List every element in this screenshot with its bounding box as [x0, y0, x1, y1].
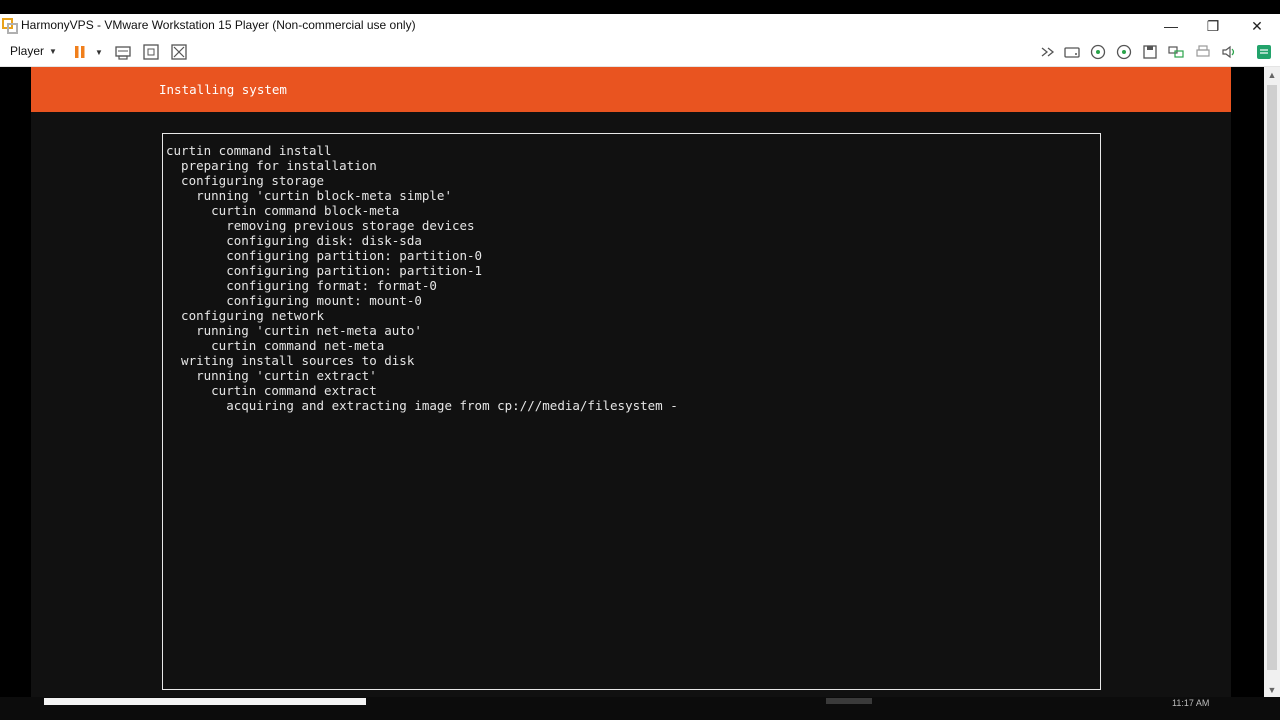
- taskbar-clock: 11:17 AM: [1172, 698, 1210, 706]
- hdd-icon[interactable]: [1063, 43, 1081, 61]
- minimize-button[interactable]: —: [1150, 14, 1192, 38]
- install-log-box: curtin command install preparing for ins…: [162, 133, 1101, 690]
- log-line: curtin command extract: [166, 383, 377, 398]
- log-line: configuring partition: partition-1: [166, 263, 483, 278]
- log-line: curtin command net-meta: [166, 338, 385, 353]
- window-titlebar: HarmonyVPS - VMware Workstation 15 Playe…: [0, 14, 1280, 38]
- minimize-icon: —: [1164, 18, 1178, 34]
- taskbar-app-indicator[interactable]: [826, 698, 872, 704]
- log-line: running 'curtin net-meta auto': [166, 323, 422, 338]
- log-line: configuring storage: [166, 173, 325, 188]
- log-line: configuring disk: disk-sda: [166, 233, 422, 248]
- log-line: running 'curtin block-meta simple': [166, 188, 452, 203]
- player-menu-label: Player: [10, 44, 45, 58]
- close-button[interactable]: ✕: [1236, 14, 1278, 38]
- log-line: writing install sources to disk: [166, 353, 415, 368]
- vmware-app-icon: [2, 18, 18, 34]
- floppy-icon[interactable]: [1141, 43, 1159, 61]
- log-line: curtin command block-meta: [166, 203, 400, 218]
- chevron-down-icon: ▼: [49, 46, 57, 56]
- message-icon[interactable]: [1255, 43, 1273, 61]
- restore-icon: ❐: [1206, 17, 1220, 34]
- printer-icon[interactable]: [1194, 43, 1212, 61]
- installer-header-title: Installing system: [159, 82, 287, 97]
- pause-dropdown-icon[interactable]: ▼: [95, 48, 103, 57]
- player-toolbar: Player ▼ ▼: [0, 38, 1280, 67]
- sound-icon[interactable]: [1220, 43, 1238, 61]
- log-line: configuring mount: mount-0: [166, 293, 422, 308]
- cd-icon-2[interactable]: [1115, 43, 1133, 61]
- window-title: HarmonyVPS - VMware Workstation 15 Playe…: [21, 18, 416, 32]
- install-log: curtin command install preparing for ins…: [166, 143, 678, 413]
- maximize-button[interactable]: ❐: [1192, 14, 1234, 38]
- installer-header: Installing system: [31, 67, 1231, 112]
- log-line: running 'curtin extract': [166, 368, 377, 383]
- player-menu-button[interactable]: Player ▼: [10, 44, 57, 58]
- pause-icon[interactable]: [71, 43, 89, 61]
- log-line: removing previous storage devices: [166, 218, 475, 233]
- log-line: configuring format: format-0: [166, 278, 437, 293]
- fullscreen-icon[interactable]: [142, 43, 160, 61]
- unity-icon[interactable]: [170, 43, 188, 61]
- scroll-up-icon[interactable]: ▲: [1264, 67, 1280, 83]
- devices-icon[interactable]: [1039, 43, 1057, 61]
- cd-icon[interactable]: [1089, 43, 1107, 61]
- top-strip: [0, 0, 1280, 14]
- log-line: configuring network: [166, 308, 325, 323]
- log-line: curtin command install: [166, 143, 332, 158]
- close-icon: ✕: [1251, 17, 1263, 34]
- scroll-down-icon[interactable]: ▼: [1264, 682, 1280, 698]
- send-keys-icon[interactable]: [114, 43, 132, 61]
- vertical-scrollbar[interactable]: ▲ ▼: [1264, 67, 1280, 700]
- network-icon[interactable]: [1167, 43, 1185, 61]
- log-line: preparing for installation: [166, 158, 377, 173]
- log-line: configuring partition: partition-0: [166, 248, 483, 263]
- scrollbar-thumb[interactable]: [1267, 85, 1277, 670]
- taskbar-search-box[interactable]: [44, 698, 366, 705]
- log-line: acquiring and extracting image from cp:/…: [166, 398, 678, 413]
